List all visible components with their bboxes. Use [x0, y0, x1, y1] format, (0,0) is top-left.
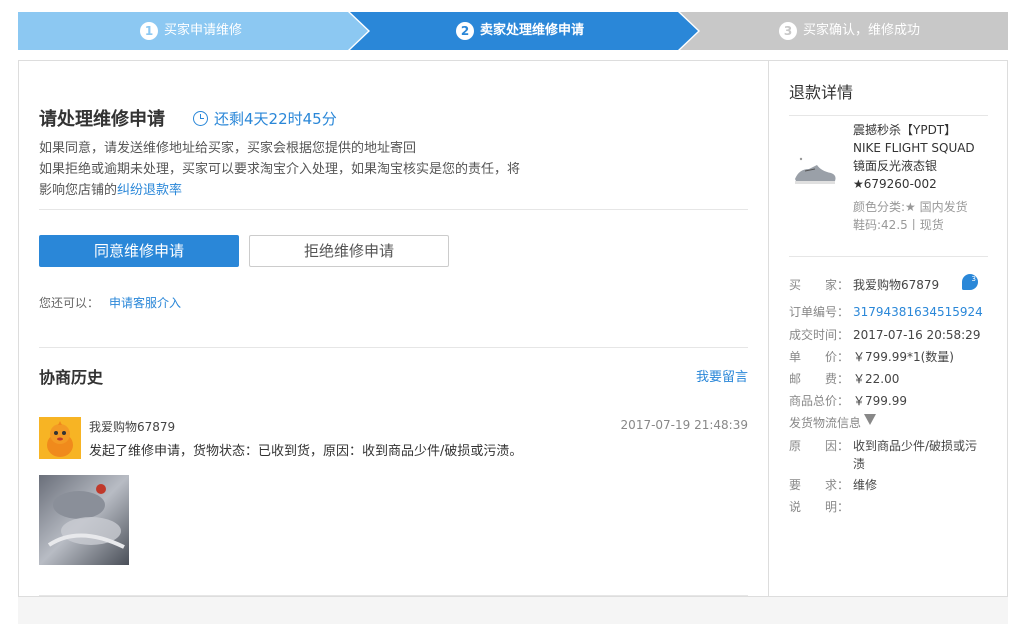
title-row: 请处理维修申请 还剩4天22时45分 [39, 105, 337, 131]
other-options-label: 您还可以： [39, 296, 100, 310]
price-label: 单 价： [789, 350, 850, 364]
buyer-name: 我爱购物67879 [853, 278, 940, 292]
request-row: 要 求： 维修 [789, 476, 994, 494]
sku-size: 鞋码:42.5丨现货 [853, 218, 944, 232]
other-options: 您还可以： 申请客服介入 [39, 294, 181, 311]
dispute-rate-link[interactable]: 纠纷退款率 [117, 183, 182, 198]
message-user: 我爱购物67879 [89, 420, 176, 434]
postage-label: 邮 费： [789, 372, 850, 386]
reason-row: 原 因： 收到商品少件/破损或污渍 [789, 437, 994, 473]
refund-detail-title: 退款详情 [789, 83, 854, 102]
step-1-label: 买家申请维修 [164, 23, 243, 38]
product-name-line: ★679260-002 [853, 177, 937, 191]
instructions: 如果同意，请发送维修地址给买家，买家会根据您提供的地址寄回 如果拒绝或逾期未处理… [39, 138, 599, 201]
step-3-number: 3 [779, 22, 797, 40]
price-row: 单 价： ￥799.99*1(数量) [789, 348, 994, 366]
step-2: 2 卖家处理维修申请 [456, 12, 584, 50]
order-row: 订单编号： 31794381634515924 [789, 303, 994, 321]
step-3: 3 买家确认，维修成功 [779, 12, 920, 50]
request: 维修 [853, 478, 878, 492]
divider [39, 209, 748, 210]
step-1: 1 买家申请维修 [140, 12, 242, 50]
message-time: 2017-07-19 21:48:39 [620, 418, 748, 432]
step-2-number: 2 [456, 22, 474, 40]
message-text: 发起了维修申请，货物状态：已收到货，原因：收到商品少件/破损或污渍。 [89, 444, 523, 459]
note-label: 说 明： [789, 500, 850, 514]
product-name-line: NIKE FLIGHT SQUAD [853, 141, 975, 155]
instruction-line-2: 如果拒绝或逾期未处理，买家可以要求淘宝介入处理，如果淘宝核实是您的责任，将 [39, 162, 521, 177]
shipping-info-label: 发货物流信息 [789, 416, 862, 430]
divider [39, 347, 748, 348]
note-row: 说 明： [789, 498, 994, 516]
product-name-line: 镜面反光液态银 [853, 159, 938, 173]
sneaker-icon [795, 157, 836, 184]
divider [789, 256, 988, 257]
postage-row: 邮 费： ￥22.00 [789, 370, 994, 388]
request-label: 要 求： [789, 478, 850, 492]
reject-repair-button[interactable]: 拒绝维修申请 [249, 235, 449, 267]
postage: ￥22.00 [853, 372, 900, 386]
step-1-number: 1 [140, 22, 158, 40]
evidence-photo-icon [39, 475, 129, 565]
message-photo[interactable] [39, 475, 129, 565]
total-row: 商品总价： ￥799.99 [789, 392, 994, 410]
order-label: 订单编号： [789, 305, 850, 319]
leave-message-link[interactable]: 我要留言 [696, 366, 748, 385]
reason: 收到商品少件/破损或污渍 [853, 439, 978, 471]
avatar-icon [39, 417, 81, 459]
step-2-label: 卖家处理维修申请 [480, 23, 585, 38]
instruction-line-1: 如果同意，请发送维修地址给买家，买家会根据您提供的地址寄回 [39, 141, 417, 156]
instruction-line-3-prefix: 影响您店铺的 [39, 183, 118, 198]
triangle-down-icon [864, 414, 877, 425]
countdown: 还剩4天22时45分 [193, 108, 337, 129]
product-thumbnail[interactable] [791, 149, 839, 197]
agree-repair-button[interactable]: 同意维修申请 [39, 235, 239, 267]
total-label: 商品总价： [789, 394, 850, 408]
progress-steps: 1 买家申请维修 2 卖家处理维修申请 3 买家确认，维修成功 [18, 12, 1008, 50]
deal-time-row: 成交时间： 2017-07-16 20:58:29 [789, 326, 994, 344]
step-3-label: 买家确认，维修成功 [803, 23, 921, 38]
main-container: 请处理维修申请 还剩4天22时45分 如果同意，请发送维修地址给买家，买家会根据… [18, 60, 1008, 597]
avatar [39, 417, 81, 459]
shipping-info-toggle[interactable]: 发货物流信息 [789, 414, 994, 432]
page-title: 请处理维修申请 [39, 109, 165, 130]
deal-time: 2017-07-16 20:58:29 [853, 328, 981, 342]
buyer-label: 买 家： [789, 278, 850, 292]
divider [39, 595, 748, 596]
handle-panel: 请处理维修申请 还剩4天22时45分 如果同意，请发送维修地址给买家，买家会根据… [39, 61, 748, 596]
footer-bar [18, 597, 1008, 624]
price: ￥799.99*1(数量) [853, 350, 954, 364]
total: ￥799.99 [853, 394, 907, 408]
instruction-line-3: 影响您店铺的纠纷退款率 [39, 180, 599, 201]
history-title: 协商历史 [39, 368, 104, 387]
request-service-link[interactable]: 申请客服介入 [109, 296, 181, 310]
order-number-link[interactable]: 31794381634515924 [853, 303, 983, 321]
product-name[interactable]: 震撼秒杀【YPDT】 NIKE FLIGHT SQUAD 镜面反光液态银 ★67… [853, 121, 993, 193]
countdown-text: 还剩4天22时45分 [214, 109, 337, 128]
deal-time-label: 成交时间： [789, 328, 850, 342]
product-name-line: 震撼秒杀【YPDT】 [853, 123, 957, 137]
reason-label: 原 因： [789, 439, 850, 453]
product-sku: 颜色分类:★ 国内发货 鞋码:42.5丨现货 [853, 198, 993, 234]
divider [789, 115, 988, 116]
wangwang-chat-icon[interactable]: 3 [962, 274, 978, 290]
clock-icon [193, 110, 208, 126]
refund-detail-panel: 退款详情 震撼秒杀【YPDT】 NIKE FLIGHT SQUAD 镜面反光液态… [768, 61, 1007, 596]
sku-color: 颜色分类:★ 国内发货 [853, 200, 968, 214]
